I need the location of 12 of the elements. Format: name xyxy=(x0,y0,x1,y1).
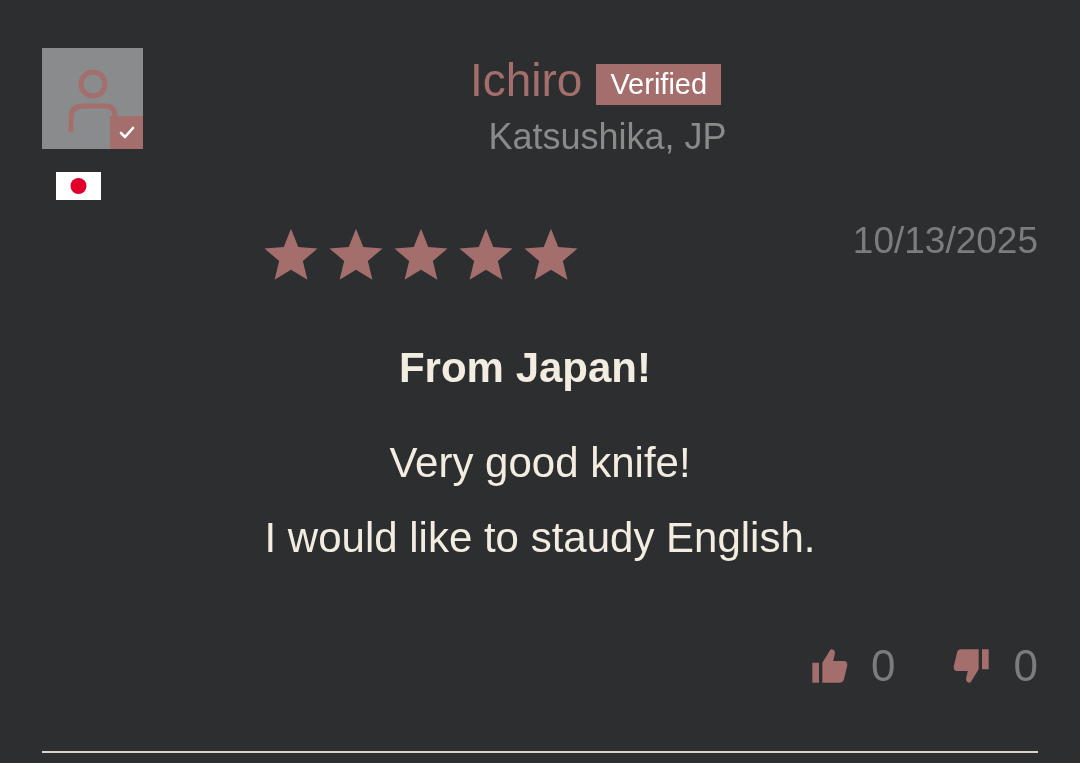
dislike-button[interactable]: 0 xyxy=(951,641,1038,691)
verified-badge: Verified xyxy=(596,63,722,105)
reviewer-name: Ichiro xyxy=(469,53,583,108)
review-text: I would like to staudy English. xyxy=(264,513,816,563)
thumbs-down-icon xyxy=(951,646,992,686)
review-title: From Japan! xyxy=(397,344,652,392)
flag-icon xyxy=(56,172,101,200)
review-text: Very good knife! xyxy=(389,438,691,488)
review-date: 10/13/2025 xyxy=(852,220,1038,262)
like-button[interactable]: 0 xyxy=(809,641,896,691)
reviewer-location: Katsushika, JP xyxy=(488,116,727,158)
thumbs-up-icon xyxy=(809,646,850,686)
